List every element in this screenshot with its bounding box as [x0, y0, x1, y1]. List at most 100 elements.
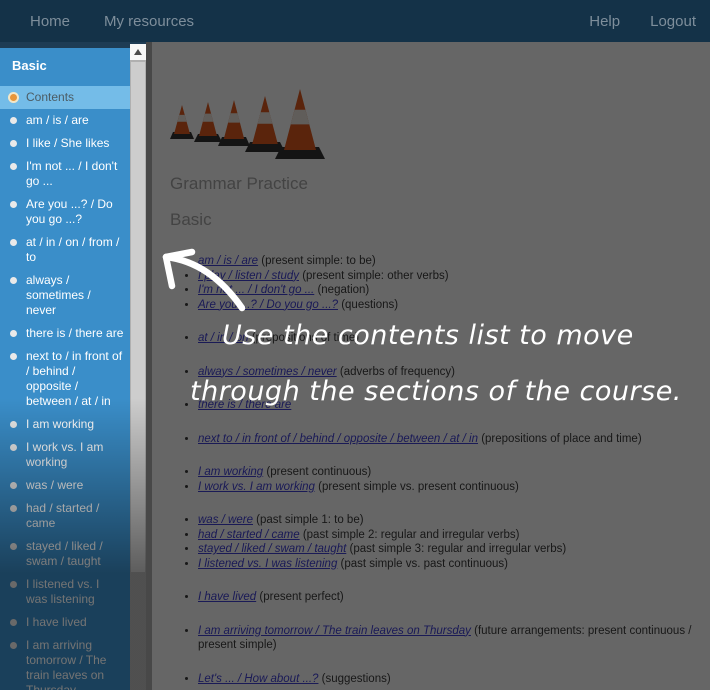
sidebar-item-selected[interactable]: Contents: [0, 86, 130, 109]
sidebar-scrollbar[interactable]: [130, 44, 146, 690]
list-item: stayed / liked / swam / taught (past sim…: [198, 542, 700, 557]
list-item: am / is / are (present simple: to be): [198, 254, 700, 269]
content-link[interactable]: I'm not ... / I don't go ...: [198, 284, 314, 296]
list-item: next to / in front of / behind / opposit…: [198, 432, 700, 447]
sidebar-item-label: I have lived: [26, 615, 87, 629]
list-item: I'm not ... / I don't go ... (negation): [198, 283, 700, 298]
content-link[interactable]: am / is / are: [198, 255, 258, 267]
section-title: Basic: [170, 210, 700, 230]
sidebar-item[interactable]: next to / in front of / behind / opposit…: [0, 345, 130, 413]
scrollbar-thumb[interactable]: [131, 62, 145, 572]
list-item: was / were (past simple 1: to be): [198, 513, 700, 528]
content-link[interactable]: Are you ...? / Do you go ...?: [198, 299, 338, 311]
traffic-cones-image: [168, 82, 328, 162]
radio-icon: [10, 353, 17, 360]
sidebar-item[interactable]: I work vs. I am working: [0, 436, 130, 474]
sidebar-item-label: I am arriving tomorrow / The train leave…: [26, 638, 106, 690]
sidebar-item[interactable]: always / sometimes / never: [0, 269, 130, 322]
sidebar-item-label: stayed / liked / swam / taught: [26, 539, 103, 568]
link-group: I am arriving tomorrow / The train leave…: [168, 624, 700, 653]
sidebar-item-label: I'm not ... / I don't go ...: [26, 159, 117, 188]
link-description: (questions): [338, 299, 398, 311]
content-link[interactable]: I am working: [198, 466, 263, 478]
content-link[interactable]: Let's ... / How about ...?: [198, 673, 318, 685]
sidebar-title: Basic: [0, 48, 130, 86]
content-link[interactable]: was / were: [198, 514, 253, 526]
radio-icon: [10, 201, 17, 208]
radio-icon: [10, 619, 17, 626]
link-description: (past simple vs. past continuous): [337, 558, 508, 570]
content-link[interactable]: stayed / liked / swam / taught: [198, 543, 346, 555]
sidebar-item-label: I listened vs. I was listening: [26, 577, 99, 606]
sidebar-item[interactable]: I am arriving tomorrow / The train leave…: [0, 634, 130, 690]
sidebar-item[interactable]: I have lived: [0, 611, 130, 634]
list-item: always / sometimes / never (adverbs of f…: [198, 365, 700, 380]
radio-icon: [10, 543, 17, 550]
content-link[interactable]: had / started / came: [198, 529, 300, 541]
list-item: had / started / came (past simple 2: reg…: [198, 528, 700, 543]
sidebar-item[interactable]: I listened vs. I was listening: [0, 573, 130, 611]
radio-icon: [10, 421, 17, 428]
sidebar-item[interactable]: there is / there are: [0, 322, 130, 345]
sidebar-item[interactable]: at / in / on / from / to: [0, 231, 130, 269]
link-group: I have lived (present perfect): [168, 590, 700, 605]
sidebar-item[interactable]: was / were: [0, 474, 130, 497]
sidebar-item-label: had / started / came: [26, 501, 99, 530]
radio-icon: [10, 581, 17, 588]
top-navbar: Home My resources Help Logout: [0, 0, 710, 42]
content-link[interactable]: always / sometimes / never: [198, 366, 337, 378]
link-description: (prepositions of time): [249, 332, 360, 344]
sidebar-item[interactable]: am / is / are: [0, 109, 130, 132]
sidebar-item[interactable]: I'm not ... / I don't go ...: [0, 155, 130, 193]
sidebar-item[interactable]: stayed / liked / swam / taught: [0, 535, 130, 573]
content-link[interactable]: I am arriving tomorrow / The train leave…: [198, 625, 471, 637]
nav-home[interactable]: Home: [30, 13, 70, 30]
radio-icon: [10, 330, 17, 337]
radio-icon: [10, 482, 17, 489]
link-description: (suggestions): [318, 673, 390, 685]
radio-icon: [10, 444, 17, 451]
link-description: (present simple: to be): [258, 255, 376, 267]
course-title: Grammar Practice: [170, 174, 700, 194]
sidebar-item-label: at / in / on / from / to: [26, 235, 119, 264]
sidebar-item[interactable]: Are you ...? / Do you go ...?: [0, 193, 130, 231]
sidebar-item-label: I like / She likes: [26, 136, 109, 150]
main-content: Grammar Practice Basic am / is / are (pr…: [146, 42, 710, 690]
radio-icon: [10, 642, 17, 649]
contents-sidebar: Basic Contents am / is / are I like / She …: [0, 48, 130, 690]
radio-icon: [10, 239, 17, 246]
radio-icon: [10, 277, 17, 284]
content-link[interactable]: I work vs. I am working: [198, 481, 315, 493]
link-group: Let's ... / How about ...? (suggestions): [168, 672, 700, 687]
list-item: I play / listen / study (present simple:…: [198, 269, 700, 284]
content-link[interactable]: next to / in front of / behind / opposit…: [198, 433, 478, 445]
list-item: I am arriving tomorrow / The train leave…: [198, 624, 700, 653]
link-description: (adverbs of frequency): [337, 366, 455, 378]
content-link[interactable]: I listened vs. I was listening: [198, 558, 337, 570]
content-link[interactable]: at / in / on: [198, 332, 249, 344]
sidebar-item[interactable]: I am working: [0, 413, 130, 436]
scroll-up-button[interactable]: [130, 44, 146, 60]
sidebar-item[interactable]: had / started / came: [0, 497, 130, 535]
sidebar-item-label: I work vs. I am working: [26, 440, 103, 469]
nav-logout[interactable]: Logout: [650, 13, 696, 30]
list-item: I listened vs. I was listening (past sim…: [198, 557, 700, 572]
radio-icon: [10, 163, 17, 170]
contents-link-list: am / is / are (present simple: to be)I p…: [168, 254, 700, 690]
content-link[interactable]: there is / there are: [198, 399, 291, 411]
list-item: at / in / on (prepositions of time): [198, 331, 700, 346]
content-link[interactable]: I have lived: [198, 591, 256, 603]
link-description: (prepositions of place and time): [478, 433, 642, 445]
sidebar-item[interactable]: I like / She likes: [0, 132, 130, 155]
radio-icon: [10, 140, 17, 147]
link-description: (past simple 1: to be): [253, 514, 364, 526]
nav-my-resources[interactable]: My resources: [104, 13, 194, 30]
nav-help[interactable]: Help: [589, 13, 620, 30]
sidebar-item-label: Contents: [26, 90, 74, 104]
navbar-left: Home My resources: [0, 13, 194, 30]
list-item: I work vs. I am working (present simple …: [198, 480, 700, 495]
sidebar-item-label: I am working: [26, 417, 94, 431]
content-link[interactable]: I play / listen / study: [198, 270, 299, 282]
sidebar-item-label: was / were: [26, 478, 83, 492]
list-item: I am working (present continuous): [198, 465, 700, 480]
